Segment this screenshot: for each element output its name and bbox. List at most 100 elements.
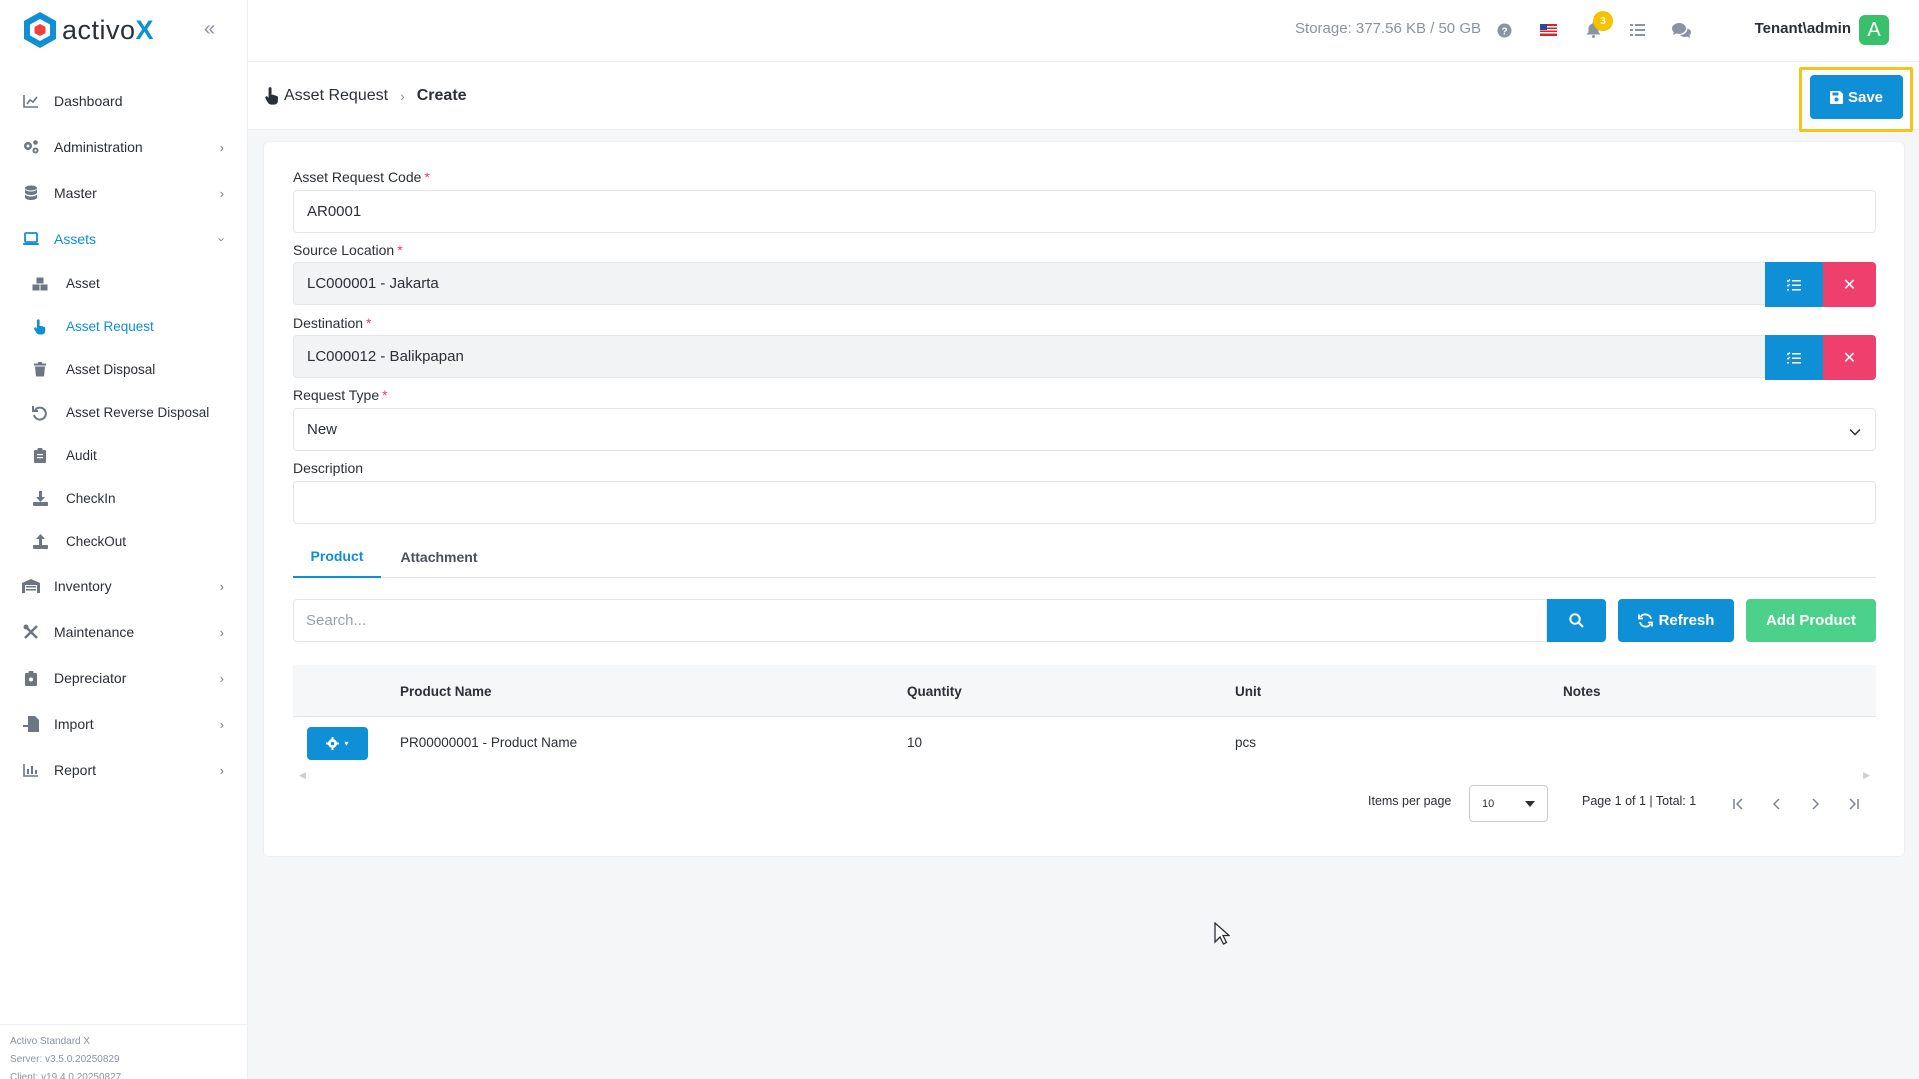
search-button[interactable] (1547, 599, 1606, 642)
task-list-icon[interactable] (1627, 20, 1647, 40)
last-page-button[interactable] (1838, 789, 1868, 819)
undo-icon (32, 405, 48, 421)
gear-icon (326, 737, 340, 750)
destination-clear-button[interactable]: ✕ (1823, 335, 1876, 380)
detail-tabs: Product Attachment (293, 535, 1876, 578)
sidebar-subitem-checkin[interactable]: CheckIn (0, 477, 248, 520)
source-location-lookup-button[interactable] (1765, 262, 1823, 307)
sidebar-subitem-checkout[interactable]: CheckOut (0, 520, 248, 563)
column-header-product-name[interactable]: Product Name (400, 665, 492, 717)
breadcrumb-parent[interactable]: Asset Request (284, 87, 388, 105)
sidebar-item-label: Report (54, 762, 97, 778)
avatar[interactable]: A (1859, 15, 1889, 45)
bell-icon[interactable]: 3 (1583, 11, 1613, 40)
source-location-clear-button[interactable]: ✕ (1823, 262, 1876, 307)
add-product-button[interactable]: Add Product (1746, 599, 1876, 642)
collapse-sidebar-icon[interactable]: « (204, 18, 215, 41)
cell-unit: pcs (1235, 734, 1257, 750)
chevron-right-icon (1812, 798, 1820, 810)
description-label: Description (293, 460, 364, 476)
help-icon[interactable]: ? (1494, 20, 1514, 40)
source-location-label: Source Location * (293, 242, 403, 258)
next-page-button[interactable] (1800, 789, 1830, 819)
chart-line-icon (22, 92, 40, 110)
sidebar-item-master[interactable]: Master › (0, 170, 248, 216)
scroll-right-icon[interactable]: ▶ (1863, 770, 1870, 781)
cell-product-name: PR00000001 - Product Name (400, 734, 578, 750)
sidebar-item-label: Master (54, 185, 97, 201)
sidebar-item-inventory[interactable]: Inventory › (0, 563, 248, 609)
destination-lookup-button[interactable] (1765, 335, 1823, 380)
request-type-label: Request Type * (293, 387, 388, 403)
caret-down-icon (1525, 801, 1535, 807)
sidebar-subitem-audit[interactable]: Audit (0, 434, 248, 477)
sidebar-item-assets[interactable]: Assets › (0, 216, 248, 262)
sidebar-item-label: Asset Reverse Disposal (66, 405, 210, 420)
asset-request-code-input[interactable]: AR0001 (293, 190, 1876, 233)
destination-label: Destination * (293, 315, 372, 331)
column-header-unit[interactable]: Unit (1235, 665, 1261, 717)
previous-page-button[interactable] (1762, 789, 1792, 819)
sidebar-item-administration[interactable]: Administration › (0, 124, 248, 170)
items-per-page-select[interactable]: 10 (1469, 785, 1548, 822)
server-version: Server: v3.5.0.20250829 (10, 1054, 120, 1065)
svg-text:?: ? (1501, 26, 1507, 37)
close-icon: ✕ (1842, 349, 1857, 367)
horizontal-scrollbar[interactable]: ◀ ▶ (293, 770, 1876, 780)
sidebar-item-label: CheckIn (66, 491, 116, 506)
version-info: Activo Standard X Server: v3.5.0.2025082… (0, 1024, 248, 1079)
notification-badge: 3 (1593, 11, 1613, 31)
logo-hex-icon (24, 12, 56, 48)
list-check-icon (1787, 278, 1801, 290)
column-header-notes[interactable]: Notes (1563, 665, 1601, 717)
source-location-input[interactable]: LC000001 - Jakarta (293, 262, 1774, 305)
chevron-right-icon: › (219, 624, 224, 640)
tab-product[interactable]: Product (293, 535, 381, 578)
product-table-header: Product Name Quantity Unit Notes (293, 665, 1876, 717)
mouse-cursor-icon (1214, 922, 1230, 945)
row-actions-button[interactable]: ▾ (307, 727, 368, 760)
sidebar-item-label: Depreciator (54, 670, 127, 686)
sidebar-item-label: Asset Disposal (66, 362, 156, 377)
app-logo[interactable]: activoX (22, 10, 154, 50)
refresh-button[interactable]: Refresh (1618, 599, 1734, 642)
sidebar-item-dashboard[interactable]: Dashboard (0, 78, 248, 124)
first-page-icon (1733, 798, 1743, 810)
description-textarea[interactable] (293, 481, 1876, 524)
gears-icon (22, 138, 40, 156)
sidebar-item-label: Asset Request (66, 319, 154, 334)
sidebar-item-import[interactable]: Import › (0, 701, 248, 747)
request-type-select[interactable]: New (293, 408, 1876, 451)
column-header-quantity[interactable]: Quantity (907, 665, 962, 717)
save-icon (1829, 90, 1843, 104)
clipboard-list-icon (32, 448, 48, 464)
breadcrumb-current: Create (416, 87, 467, 104)
sidebar-subitem-asset-disposal[interactable]: Asset Disposal (0, 348, 248, 391)
hand-pointer-icon (32, 318, 48, 335)
sidebar-subitem-asset-request[interactable]: Asset Request (0, 305, 248, 348)
chevron-right-icon: › (219, 139, 224, 155)
tab-attachment[interactable]: Attachment (381, 535, 497, 578)
chevron-right-icon: › (219, 185, 224, 201)
chevron-down-icon: › (214, 236, 230, 242)
boxes-icon (32, 276, 48, 292)
tools-icon (22, 623, 40, 641)
first-page-button[interactable] (1724, 789, 1754, 819)
sidebar-subitem-asset-reverse-disposal[interactable]: Asset Reverse Disposal (0, 391, 248, 434)
product-search-input[interactable]: Search... (293, 599, 1547, 642)
save-button[interactable]: Save (1810, 75, 1903, 119)
search-icon (1569, 613, 1584, 628)
sidebar-item-label: Maintenance (54, 624, 135, 640)
last-page-icon (1849, 798, 1859, 810)
sidebar-item-maintenance[interactable]: Maintenance › (0, 609, 248, 655)
brand-name: activoX (62, 14, 155, 45)
scroll-left-icon[interactable]: ◀ (299, 770, 306, 781)
sidebar-item-report[interactable]: Report › (0, 747, 248, 793)
sidebar-subitem-asset[interactable]: Asset (0, 262, 248, 305)
destination-input[interactable]: LC000012 - Balikpapan (293, 335, 1774, 378)
chat-icon[interactable] (1671, 20, 1691, 40)
request-type-value: New (307, 421, 338, 438)
sidebar-item-depreciator[interactable]: Depreciator › (0, 655, 248, 701)
tenant-user-name[interactable]: Tenant\admin (1755, 20, 1851, 37)
us-flag-icon[interactable] (1538, 20, 1558, 40)
